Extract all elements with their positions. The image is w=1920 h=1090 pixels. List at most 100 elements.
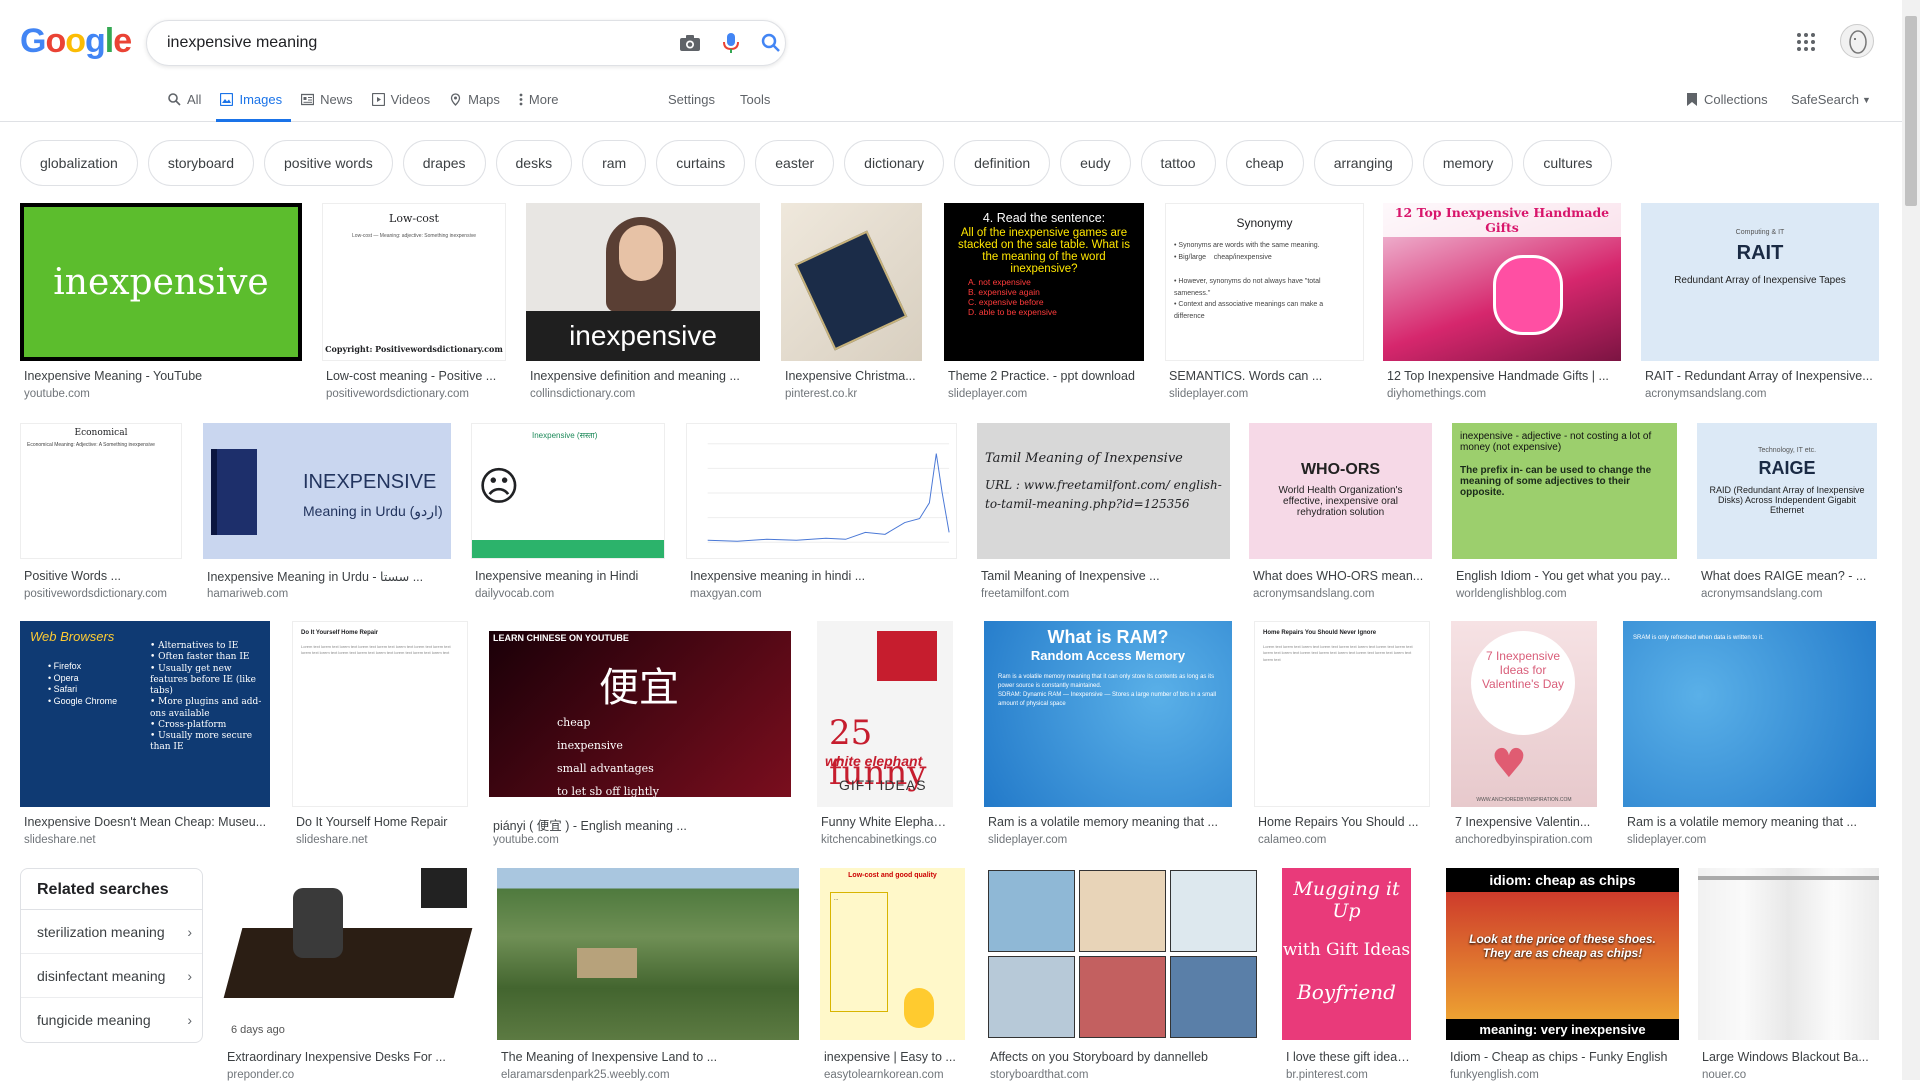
chip-positive-words[interactable]: positive words xyxy=(264,140,393,186)
search-icon[interactable] xyxy=(757,29,785,57)
safesearch-dropdown[interactable]: SafeSearch ▼ xyxy=(1791,92,1871,107)
result-thumbnail[interactable]: Computing & IT RAIT Redundant Array of Ine… xyxy=(1641,203,1879,361)
result-title[interactable]: Inexpensive Doesn't Mean Cheap: Museu... xyxy=(24,815,270,829)
image-result[interactable]: Web Browsers • Firefox • Opera • Safari • Go… xyxy=(20,621,270,855)
search-input[interactable] xyxy=(167,21,617,65)
avatar[interactable] xyxy=(1840,24,1874,58)
result-thumbnail[interactable] xyxy=(986,868,1259,1040)
result-thumbnail[interactable]: 4. Read the sentence: All of the inexpens… xyxy=(944,203,1144,361)
chip-storyboard[interactable]: storyboard xyxy=(147,140,254,186)
chip-globalization[interactable]: globalization xyxy=(20,140,138,186)
image-result[interactable]: 6 days ago Extraordinary Inexpensive Desk… xyxy=(223,868,477,1090)
result-title[interactable]: Inexpensive Meaning - YouTube xyxy=(24,369,302,383)
result-title[interactable]: 7 Inexpensive Valentin... xyxy=(1455,815,1597,829)
result-thumbnail[interactable]: Home Repairs You Should Never Ignore Lore… xyxy=(1254,621,1430,807)
result-title[interactable]: Do It Yourself Home Repair xyxy=(296,815,468,829)
chip-memory[interactable]: memory xyxy=(1422,140,1514,186)
result-title[interactable]: Ram is a volatile memory meaning that ..… xyxy=(1627,815,1876,829)
page-scrollbar[interactable] xyxy=(1902,0,1920,1080)
result-thumbnail[interactable]: Synonymy • Synonyms are words with the sa… xyxy=(1165,203,1364,361)
result-thumbnail[interactable]: inexpensive - adjective - not costing a … xyxy=(1452,423,1677,559)
result-thumbnail[interactable]: Inexpensive (सस्ता) ☹ xyxy=(471,423,665,559)
image-result[interactable]: Mugging it Up with Gift Ideas Boyfriend I l… xyxy=(1282,868,1411,1090)
result-thumbnail[interactable]: Mugging it Up with Gift Ideas Boyfriend xyxy=(1282,868,1411,1040)
result-thumbnail[interactable]: Web Browsers • Firefox • Opera • Safari • Go… xyxy=(20,621,270,807)
result-title[interactable]: The Meaning of Inexpensive Land to ... xyxy=(501,1050,799,1064)
result-title[interactable]: inexpensive | Easy to ... xyxy=(824,1050,965,1064)
image-result[interactable]: Technology, IT etc. RAIGE RAID (Redundant … xyxy=(1697,423,1877,609)
result-thumbnail[interactable]: Low-cost and good quality... xyxy=(820,868,965,1040)
image-result[interactable]: inexpensive - adjective - not costing a … xyxy=(1452,423,1677,609)
result-thumbnail[interactable] xyxy=(781,203,922,361)
image-result[interactable]: SRAM is only refreshed when data is writ… xyxy=(1623,621,1876,855)
tab-videos[interactable]: Videos xyxy=(368,86,440,122)
image-result[interactable]: Do It Yourself Home Repair Lorem text lor… xyxy=(292,621,468,855)
microphone-icon[interactable] xyxy=(717,29,745,57)
chip-eudy[interactable]: eudy xyxy=(1060,140,1131,186)
result-title[interactable]: Low-cost meaning - Positive ... xyxy=(326,369,506,383)
result-title[interactable]: I love these gift ideas f... xyxy=(1286,1050,1411,1064)
result-thumbnail[interactable]: 12 Top Inexpensive Handmade Gifts xyxy=(1383,203,1621,361)
image-result[interactable]: inexpensive Inexpensive definition and me… xyxy=(526,203,760,409)
result-title[interactable]: Inexpensive definition and meaning ... xyxy=(530,369,760,383)
result-thumbnail[interactable]: INEXPENSIVE Meaning in Urdu (اردو) xyxy=(203,423,451,559)
result-title[interactable]: Funny White Elephant ... xyxy=(821,815,953,829)
image-result[interactable]: 7 Inexpensive Ideas for Valentine's Day ♥… xyxy=(1451,621,1597,855)
result-title[interactable]: 12 Top Inexpensive Handmade Gifts | ... xyxy=(1387,369,1621,383)
image-result[interactable]: 4. Read the sentence: All of the inexpens… xyxy=(944,203,1144,409)
tab-all[interactable]: All xyxy=(164,86,210,122)
image-result[interactable]: Low-cost Low-cost — Meaning: adjective: S… xyxy=(322,203,506,409)
image-result[interactable]: inexpensive Inexpensive Meaning - YouTube… xyxy=(20,203,302,409)
tab-news[interactable]: News xyxy=(297,86,362,122)
image-result[interactable]: Economical Economical Meaning: Adjective:… xyxy=(20,423,182,609)
result-thumbnail[interactable]: LEARN CHINESE ON YOUTUBE 便宜 cheap inexpensi… xyxy=(489,621,791,807)
result-title[interactable]: Theme 2 Practice. - ppt download xyxy=(948,369,1144,383)
image-result[interactable]: What is RAM? Random Access Memory Ram is a… xyxy=(984,621,1232,855)
image-result[interactable]: Synonymy • Synonyms are words with the sa… xyxy=(1165,203,1364,409)
image-result[interactable]: The Meaning of Inexpensive Land to ... el… xyxy=(497,868,799,1090)
related-search-item[interactable]: sterilization meaning › xyxy=(21,910,202,954)
image-result[interactable]: INEXPENSIVE Meaning in Urdu (اردو) Inexpen… xyxy=(203,423,451,609)
result-thumbnail[interactable]: Economical Economical Meaning: Adjective:… xyxy=(20,423,182,559)
image-result[interactable]: Large Windows Blackout Ba... nouer.co xyxy=(1698,868,1879,1090)
search-box[interactable] xyxy=(146,20,786,66)
result-title[interactable]: Home Repairs You Should ... xyxy=(1258,815,1430,829)
result-thumbnail[interactable]: Technology, IT etc. RAIGE RAID (Redundant … xyxy=(1697,423,1877,559)
result-thumbnail[interactable]: 7 Inexpensive Ideas for Valentine's Day ♥… xyxy=(1451,621,1597,807)
chip-cultures[interactable]: cultures xyxy=(1523,140,1613,186)
image-result[interactable]: LEARN CHINESE ON YOUTUBE 便宜 cheap inexpensi… xyxy=(489,621,791,855)
image-result[interactable]: Low-cost and good quality... inexpensive … xyxy=(820,868,965,1090)
chip-cheap[interactable]: cheap xyxy=(1225,140,1304,186)
tab-images[interactable]: Images xyxy=(216,86,292,122)
collections-link[interactable]: Collections xyxy=(1686,92,1768,107)
related-search-item[interactable]: disinfectant meaning › xyxy=(21,954,202,998)
result-thumbnail[interactable]: inexpensive xyxy=(20,203,302,361)
settings-link[interactable]: Settings xyxy=(668,92,715,107)
result-thumbnail[interactable]: WHO-ORS World Health Organization's effec… xyxy=(1249,423,1432,559)
result-title[interactable]: Idiom - Cheap as chips - Funky English xyxy=(1450,1050,1679,1064)
google-logo[interactable]: Google xyxy=(20,22,132,61)
image-result[interactable]: idiom: cheap as chips Look at the price o… xyxy=(1446,868,1679,1090)
result-thumbnail[interactable] xyxy=(497,868,799,1040)
result-thumbnail[interactable]: inexpensive xyxy=(526,203,760,361)
image-result[interactable]: Affects on you Storyboard by dannelleb st… xyxy=(986,868,1259,1090)
result-title[interactable]: Inexpensive meaning in hindi ... xyxy=(690,569,957,583)
result-thumbnail[interactable]: 6 days ago xyxy=(223,868,477,1040)
result-title[interactable]: What does WHO-ORS mean... xyxy=(1253,569,1432,583)
result-thumbnail[interactable]: Tamil Meaning of Inexpensive URL : www.fr… xyxy=(977,423,1230,559)
chip-drapes[interactable]: drapes xyxy=(402,140,486,186)
result-title[interactable]: Affects on you Storyboard by dannelleb xyxy=(990,1050,1259,1064)
result-title[interactable]: Inexpensive Christma... xyxy=(785,369,922,383)
image-result[interactable]: WHO-ORS World Health Organization's effec… xyxy=(1249,423,1432,609)
tab-maps[interactable]: Maps xyxy=(445,86,509,122)
result-title[interactable]: What does RAIGE mean? - ... xyxy=(1701,569,1877,583)
result-title[interactable]: Inexpensive Meaning in Urdu - سستا ... xyxy=(207,569,451,584)
result-title[interactable]: Positive Words ... xyxy=(24,569,182,583)
result-thumbnail[interactable] xyxy=(1698,868,1879,1040)
chip-definition[interactable]: definition xyxy=(954,140,1051,186)
camera-icon[interactable] xyxy=(676,29,704,57)
image-result[interactable]: Tamil Meaning of Inexpensive URL : www.fr… xyxy=(977,423,1230,609)
chip-ram[interactable]: ram xyxy=(582,140,647,186)
result-title[interactable]: Inexpensive meaning in Hindi xyxy=(475,569,665,583)
result-thumbnail[interactable] xyxy=(686,423,957,559)
